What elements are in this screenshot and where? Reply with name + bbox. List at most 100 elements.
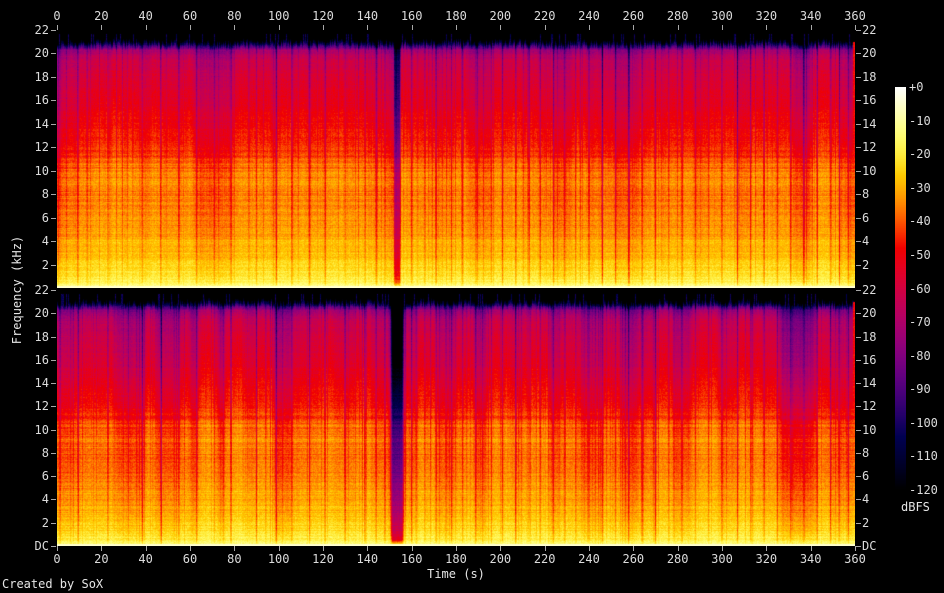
time-tick-mark-bottom — [500, 546, 502, 551]
time-tick-label-bottom: 320 — [755, 552, 778, 566]
time-tick-label-top: 220 — [533, 9, 556, 23]
freq-tick-label-left: 22 — [34, 23, 49, 37]
time-tick-label-bottom: 360 — [844, 552, 866, 566]
time-tick-label-top: 200 — [489, 9, 512, 23]
colorbar-tick-label: -120 — [909, 483, 938, 497]
frequency-axis-label: Frequency (kHz) — [10, 235, 24, 345]
freq-tick-label-right: 6 — [862, 469, 870, 484]
time-tick-label-bottom: 80 — [227, 552, 242, 566]
colorbar-tick-label: -100 — [909, 415, 938, 430]
freq-tick-label-right: 16 — [862, 352, 877, 367]
freq-tick-mark-left — [51, 170, 56, 172]
time-tick-mark-top — [278, 25, 280, 30]
freq-tick-label-left: 14 — [34, 116, 49, 131]
time-tick-mark-top — [411, 25, 413, 30]
time-tick-label-bottom: 0 — [53, 552, 61, 566]
freq-tick-mark-left — [51, 194, 56, 196]
freq-tick-label-left: 16 — [34, 352, 49, 367]
freq-tick-mark-right — [856, 406, 861, 408]
time-tick-mark-top — [323, 25, 324, 30]
colorbar-tick-label: -70 — [909, 315, 931, 330]
colorbar-gradient — [895, 87, 906, 490]
freq-tick-mark-right — [856, 359, 861, 361]
freq-tick-mark-right — [856, 313, 861, 315]
time-axis-label: Time (s) — [427, 567, 485, 581]
freq-tick-label-left: 20 — [34, 306, 49, 321]
time-tick-label-bottom: 100 — [267, 552, 290, 566]
freq-tick-mark-left — [51, 123, 56, 125]
freq-tick-label-right: 6 — [862, 210, 870, 225]
freq-tick-mark-right — [856, 241, 861, 243]
time-tick-mark-top — [589, 25, 590, 30]
time-tick-mark-bottom — [456, 546, 457, 551]
freq-tick-mark-right — [856, 170, 861, 172]
freq-tick-label-right: DC — [862, 539, 877, 553]
freq-tick-label-right: 18 — [862, 69, 877, 84]
colorbar-unit-label: dBFS — [901, 500, 930, 514]
freq-tick-label-left: 2 — [41, 515, 49, 530]
time-tick-label-top: 20 — [94, 9, 109, 23]
time-tick-label-top: 100 — [267, 9, 290, 23]
time-tick-label-bottom: 300 — [711, 552, 733, 566]
colorbar-tick-label: -90 — [909, 382, 931, 397]
freq-tick-mark-left — [51, 522, 56, 524]
colorbar-tick-label: -60 — [909, 281, 931, 296]
time-tick-label-top: 320 — [755, 9, 778, 23]
time-tick-mark-top — [234, 25, 236, 30]
time-tick-label-top: 160 — [400, 9, 423, 23]
freq-tick-label-right: 8 — [862, 445, 870, 460]
time-tick-mark-bottom — [411, 546, 413, 551]
time-tick-mark-top — [810, 25, 812, 30]
freq-tick-label-right: 2 — [862, 515, 870, 530]
freq-tick-mark-left — [51, 30, 56, 31]
time-tick-mark-bottom — [810, 546, 812, 551]
freq-tick-label-left: 16 — [34, 93, 49, 108]
freq-tick-label-right: 14 — [862, 376, 877, 391]
freq-tick-mark-left — [51, 290, 56, 291]
time-tick-mark-top — [677, 25, 679, 30]
freq-tick-mark-right — [856, 522, 861, 524]
freq-tick-mark-right — [856, 546, 861, 547]
time-tick-mark-bottom — [544, 546, 546, 551]
freq-tick-label-left: 20 — [34, 46, 49, 61]
colorbar-tick-label: -40 — [909, 214, 931, 229]
freq-tick-mark-right — [856, 429, 861, 431]
sox-spectrogram-figure: 0 20 40 60 80 100 120 140 160 180 200 220 240 260 280 3… — [0, 0, 944, 593]
freq-tick-label-left: 22 — [34, 283, 49, 297]
freq-tick-mark-left — [51, 313, 56, 315]
freq-tick-mark-left — [51, 476, 56, 478]
time-tick-label-top: 140 — [356, 9, 379, 23]
sox-credit-text: Created by SoX — [2, 577, 104, 591]
freq-tick-mark-left — [51, 429, 56, 431]
freq-tick-label-left: 6 — [41, 469, 49, 484]
freq-tick-label-right: 12 — [862, 140, 877, 155]
time-tick-label-top: 180 — [445, 9, 467, 23]
time-tick-mark-bottom — [367, 546, 369, 551]
time-tick-mark-top — [500, 25, 502, 30]
time-tick-mark-top — [456, 25, 457, 30]
time-tick-label-bottom: 200 — [489, 552, 512, 566]
freq-tick-mark-right — [856, 76, 861, 78]
freq-tick-mark-left — [51, 383, 56, 385]
freq-tick-label-left: 10 — [34, 163, 49, 178]
freq-tick-mark-right — [856, 499, 861, 501]
time-tick-label-top: 260 — [622, 9, 645, 23]
freq-tick-mark-right — [856, 476, 861, 478]
freq-tick-label-left: 18 — [34, 329, 49, 344]
freq-tick-mark-left — [51, 336, 56, 338]
colorbar-tick-label: -20 — [909, 147, 931, 162]
colorbar-tick-label: +0 — [909, 80, 924, 94]
freq-tick-label-right: 18 — [862, 329, 877, 344]
colorbar-tick-label: -10 — [909, 113, 931, 128]
freq-tick-mark-left — [51, 241, 56, 243]
freq-tick-label-right: 2 — [862, 257, 870, 272]
freq-tick-mark-left — [51, 406, 56, 408]
freq-tick-label-left: 6 — [41, 210, 49, 225]
freq-tick-label-right: 4 — [862, 492, 870, 507]
freq-tick-label-left: 18 — [34, 69, 49, 84]
freq-tick-mark-right — [856, 290, 861, 291]
time-tick-label-bottom: 60 — [182, 552, 198, 566]
time-tick-mark-bottom — [234, 546, 236, 551]
freq-tick-mark-left — [51, 53, 56, 55]
time-tick-label-top: 40 — [138, 9, 153, 23]
